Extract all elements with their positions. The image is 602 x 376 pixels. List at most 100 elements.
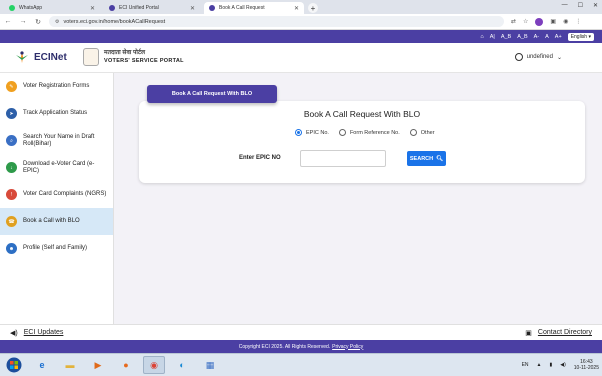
file-explorer-icon[interactable]: ▬	[59, 356, 81, 374]
extension-icon[interactable]	[535, 17, 544, 26]
text-size-option[interactable]: A_B	[517, 34, 527, 40]
close-icon[interactable]: ✕	[90, 5, 95, 12]
ecinet-logo-icon	[16, 51, 28, 63]
privacy-policy-link[interactable]: Privacy Policy	[332, 344, 363, 350]
updates-bar: ◀) ECI Updates ▣ Contact Directory	[0, 324, 602, 340]
user-name: undefined	[526, 54, 553, 60]
close-icon[interactable]: ✕	[190, 5, 195, 12]
sidebar-item-complaints[interactable]: ! Voter Card Complaints (NGRS)	[0, 181, 113, 208]
sidebar-item-download-epic[interactable]: ↓ Download e-Voter Card (e-EPIC)	[0, 154, 113, 181]
reload-icon[interactable]: ↻	[34, 18, 42, 26]
eci-favicon-icon	[109, 5, 115, 11]
new-tab-button[interactable]: +	[308, 3, 318, 13]
eci-updates-link[interactable]: ECI Updates	[24, 329, 64, 336]
radio-epic-no[interactable]: EPIC No.	[295, 129, 329, 136]
os-taskbar: e ▬ ▶ ● ◉ ◐ ▦ EN ▲ ▮ ◀) 16:43 10-11-2025	[0, 353, 602, 376]
radio-other[interactable]: Other	[409, 129, 435, 136]
maximize-icon[interactable]: ☐	[578, 2, 583, 9]
font-decrease-button[interactable]: A-	[534, 34, 540, 40]
user-icon	[514, 53, 523, 61]
main-content: Book A Call Request With BLO Book A Call…	[114, 73, 602, 324]
url-field[interactable]: ⚙ voters.eci.gov.in/home/bookACallReques…	[49, 16, 504, 27]
language-value: English	[570, 33, 588, 40]
font-increase-button[interactable]: A+	[555, 34, 562, 40]
clock-date: 10-11-2025	[573, 365, 599, 371]
portal-title-english: VOTERS' SERVICE PORTAL	[104, 58, 184, 64]
sidebar-item-label: Download e-Voter Card (e-EPIC)	[23, 160, 95, 174]
sidebar-item-book-call[interactable]: ☎ Book a Call with BLO	[0, 208, 113, 235]
network-icon[interactable]: ▮	[550, 362, 553, 368]
language-select[interactable]: English ▾	[567, 32, 594, 41]
site-footer: Copyright ECI 2025. All Rights Reserved.…	[0, 340, 602, 353]
system-tray: EN ▲ ▮ ◀) 16:43 10-11-2025	[522, 359, 599, 371]
volume-icon[interactable]: ◀)	[560, 362, 566, 368]
search-button-label: SEARCH	[409, 155, 434, 162]
tab-label: WhatsApp	[19, 5, 43, 11]
logo-text: ECINet	[34, 51, 67, 63]
window-controls: — ☐ ✕	[562, 2, 598, 9]
profile-avatar-icon[interactable]: ◉	[563, 18, 568, 25]
edge-icon[interactable]: ◐	[171, 356, 193, 374]
search-type-radio-group: EPIC No. Form Reference No. Other	[295, 129, 435, 136]
url-text: voters.eci.gov.in/home/bookACallRequest	[63, 18, 166, 25]
download-icon: ↓	[6, 162, 17, 173]
sidebar-item-label: Book a Call with BLO	[23, 218, 80, 224]
user-menu[interactable]: undefined ⌄	[514, 53, 562, 61]
chrome-icon[interactable]: ◉	[143, 356, 165, 374]
radio-unchecked-icon	[409, 129, 417, 136]
portal-title: मतदाता सेवा पोर्टल VOTERS' SERVICE PORTA…	[104, 49, 184, 65]
translate-icon[interactable]: ⇄	[511, 18, 516, 25]
minimize-icon[interactable]: —	[562, 2, 568, 9]
sidebar-item-profile[interactable]: ☻ Profile (Self and Family)	[0, 235, 113, 262]
radio-form-reference[interactable]: Form Reference No.	[338, 129, 400, 136]
page-tab-book-call[interactable]: Book A Call Request With BLO	[147, 85, 277, 103]
search-icon: 🔍︎	[436, 155, 444, 162]
language-indicator[interactable]: EN	[522, 362, 529, 368]
chevron-down-icon: ⌄	[556, 54, 562, 61]
sidebar-item-track-status[interactable]: ➤ Track Application Status	[0, 100, 113, 127]
sidebar: ✎ Voter Registration Forms ➤ Track Appli…	[0, 73, 114, 324]
tab-eci-portal[interactable]: ECI Unified Portal ✕	[104, 2, 200, 14]
complaint-icon: !	[6, 189, 17, 200]
sidebar-item-label: Voter Registration Forms	[23, 83, 90, 89]
tab-label: Book A Call Request	[219, 5, 265, 11]
profile-icon: ☻	[6, 243, 17, 254]
start-button-icon[interactable]	[3, 356, 25, 374]
tray-up-icon[interactable]: ▲	[537, 362, 542, 368]
app-icon[interactable]: ▦	[199, 356, 221, 374]
text-size-option[interactable]: A|	[490, 34, 495, 40]
text-size-option[interactable]: A_B	[501, 34, 511, 40]
firefox-icon[interactable]: ●	[115, 356, 137, 374]
browser-tab-bar: WhatsApp ✕ ECI Unified Portal ✕ Book A C…	[0, 0, 602, 14]
sidebar-item-voter-registration[interactable]: ✎ Voter Registration Forms	[0, 73, 113, 100]
search-icon: ⌕	[6, 135, 17, 146]
radio-label: Form Reference No.	[349, 129, 400, 136]
close-icon[interactable]: ✕	[294, 5, 299, 12]
media-player-icon[interactable]: ▶	[87, 356, 109, 374]
extensions-icon[interactable]: ▣	[550, 18, 556, 25]
sidebar-item-label: Track Application Status	[23, 110, 88, 116]
site-header: ECINet मतदाता सेवा पोर्टल VOTERS' SERVIC…	[0, 43, 602, 73]
star-icon[interactable]: ☆	[523, 18, 528, 25]
back-icon[interactable]: ←	[4, 18, 12, 25]
tab-whatsapp[interactable]: WhatsApp ✕	[4, 2, 100, 14]
tab-book-call[interactable]: Book A Call Request ✕	[204, 2, 304, 14]
radio-label: Other	[420, 129, 435, 136]
font-normal-button[interactable]: A	[545, 34, 549, 40]
menu-icon[interactable]: ⋮	[575, 18, 581, 25]
phone-icon: ☎	[6, 216, 17, 227]
epic-number-input[interactable]	[300, 150, 386, 167]
epic-field-label: Enter EPIC NO	[239, 155, 281, 161]
site-info-icon[interactable]: ⚙	[55, 19, 59, 25]
forward-icon[interactable]: →	[19, 18, 27, 25]
search-button[interactable]: SEARCH 🔍︎	[407, 151, 446, 166]
clock[interactable]: 16:43 10-11-2025	[574, 359, 599, 371]
close-window-icon[interactable]: ✕	[593, 2, 598, 9]
eci-logo[interactable]: ECINet	[14, 49, 67, 65]
ie-icon[interactable]: e	[31, 356, 53, 374]
sidebar-item-search-draft-roll[interactable]: ⌕ Search Your Name in Draft Roll(Bihar)	[0, 127, 113, 154]
contact-directory-link[interactable]: Contact Directory	[538, 329, 592, 336]
home-icon[interactable]: ⌂	[480, 34, 483, 40]
card-title: Book A Call Request With BLO	[303, 109, 421, 119]
windows-logo-icon	[6, 357, 22, 373]
